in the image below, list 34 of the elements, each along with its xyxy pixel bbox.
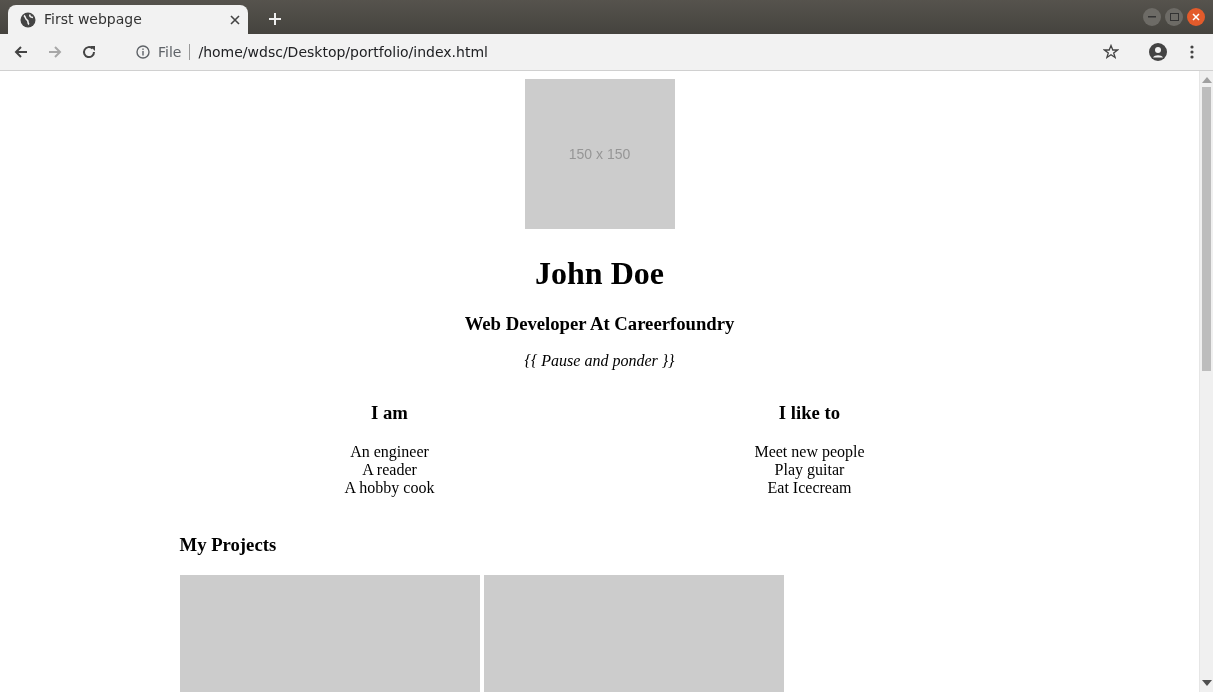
column-heading: I like to [777,401,842,425]
star-icon[interactable] [1103,44,1119,60]
close-window-button[interactable] [1187,8,1205,26]
list-item: An engineer [349,443,430,461]
list-item: A reader [361,461,418,479]
scroll-down-icon[interactable] [1202,680,1212,686]
quote-text: {{ Pause and ponder }} [523,351,676,371]
forward-arrow-icon [47,44,63,60]
info-icon[interactable] [136,45,150,59]
account-icon [1149,43,1167,61]
new-tab-icon[interactable] [268,12,282,26]
section-heading: My Projects [179,533,278,557]
scheme-label: File [158,44,191,60]
maximize-icon [1169,13,1179,21]
job-title: Web Developer At Careerfoundry [463,312,736,336]
reload-icon [81,44,97,60]
minimize-button[interactable] [1143,8,1161,26]
close-tab-icon[interactable] [230,14,240,25]
column-heading: I am [370,401,409,425]
list-item: A hobby cook [343,479,436,497]
scrollbar-thumb[interactable] [1202,87,1211,371]
address-field[interactable]: /home/wdsc/Desktop/portfolio/index.html [198,41,1095,63]
back-arrow-icon [13,44,29,60]
list-item: Meet new people [753,443,866,461]
list-item: Eat Icecream [766,479,853,497]
tab-title: First webpage [44,10,143,29]
person-name: John Doe [534,254,665,293]
kebab-menu-icon [1190,44,1194,60]
globe-icon [20,11,36,28]
minimize-icon [1148,16,1156,18]
close-icon [1192,13,1200,21]
scrollbar[interactable] [1199,71,1213,692]
browser-tab[interactable]: First webpage [8,5,248,34]
list-item: Play guitar [773,461,846,479]
